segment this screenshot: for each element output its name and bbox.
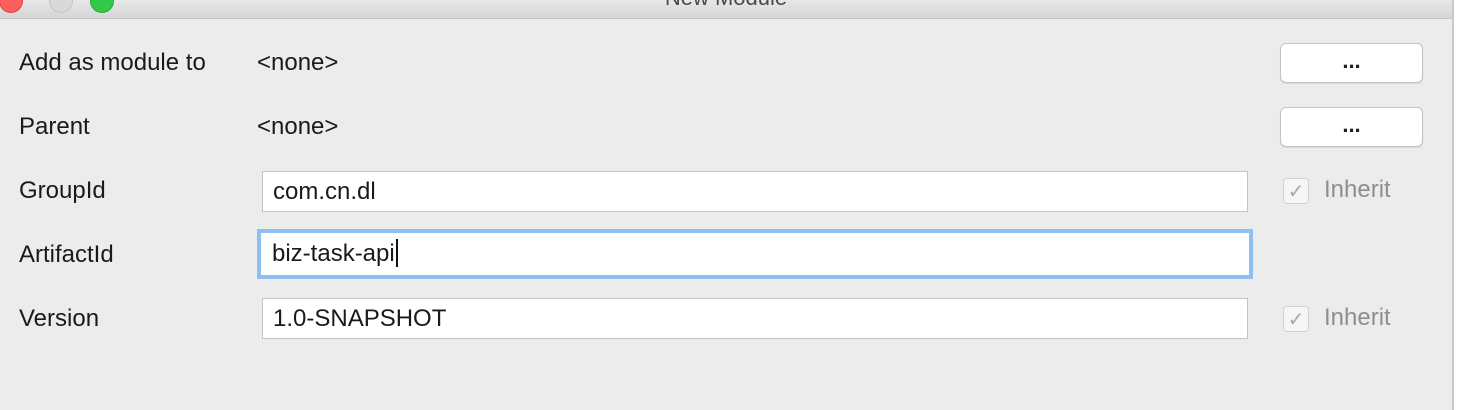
title-bar: New Module <box>0 0 1452 19</box>
add-as-module-to-value: <none> <box>257 49 339 76</box>
add-as-module-to-browse-button[interactable]: ... <box>1280 43 1423 83</box>
version-value: 1.0-SNAPSHOT <box>273 305 447 332</box>
artifact-id-label: ArtifactId <box>19 241 114 268</box>
group-id-value: com.cn.dl <box>273 178 376 205</box>
group-id-inherit-checkbox[interactable]: ✓ <box>1283 178 1309 204</box>
new-module-dialog: New Module Add as module to <none> ... P… <box>0 0 1462 410</box>
version-input[interactable]: 1.0-SNAPSHOT <box>262 298 1248 339</box>
group-id-label: GroupId <box>19 177 106 204</box>
version-inherit-label: Inherit <box>1324 304 1391 331</box>
parent-label: Parent <box>19 113 90 140</box>
group-id-inherit-label: Inherit <box>1324 176 1391 203</box>
artifact-id-input[interactable]: biz-task-api <box>257 229 1253 279</box>
add-as-module-to-label: Add as module to <box>19 49 206 76</box>
window-edge <box>1452 0 1462 410</box>
parent-value: <none> <box>257 113 339 140</box>
checkmark-icon: ✓ <box>1287 179 1305 203</box>
artifact-id-value: biz-task-api <box>272 240 395 267</box>
group-id-input[interactable]: com.cn.dl <box>262 171 1248 212</box>
window-title: New Module <box>0 0 1452 12</box>
text-caret <box>395 238 398 267</box>
version-label: Version <box>19 305 100 332</box>
parent-browse-button[interactable]: ... <box>1280 107 1423 147</box>
checkmark-icon: ✓ <box>1287 307 1305 331</box>
version-inherit-checkbox[interactable]: ✓ <box>1283 306 1309 332</box>
